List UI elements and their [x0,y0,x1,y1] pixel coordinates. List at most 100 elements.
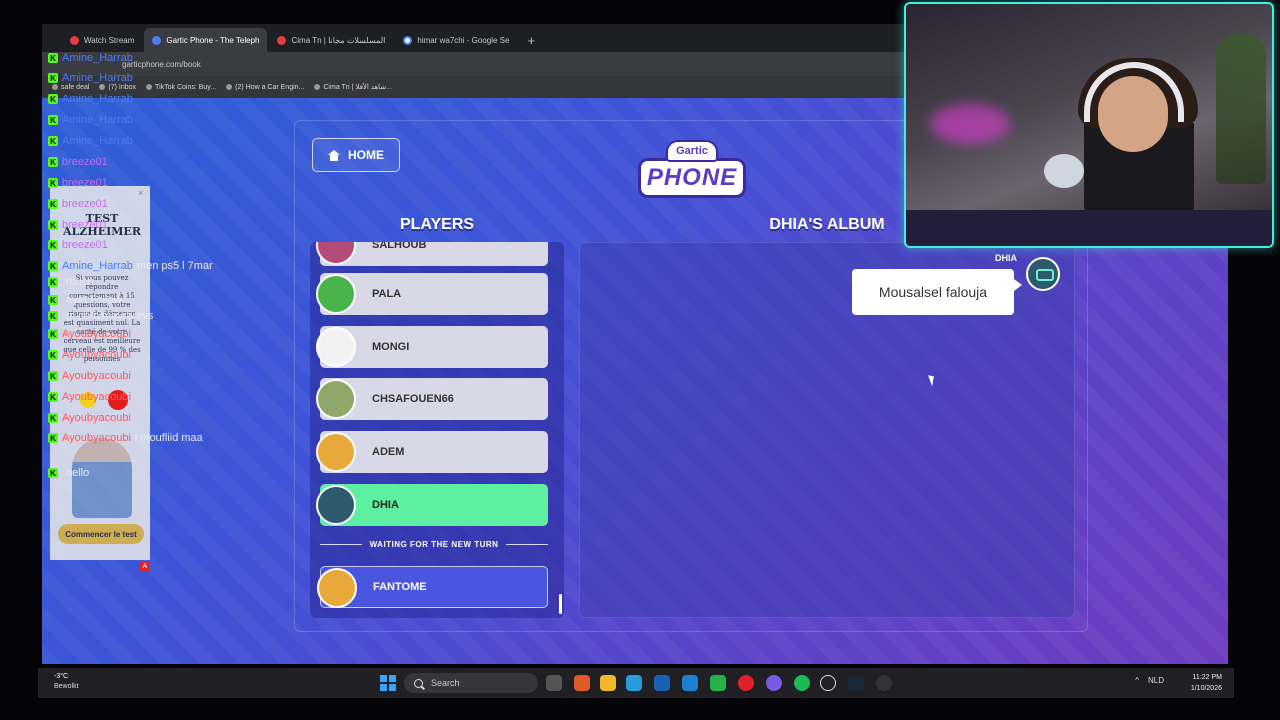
edge-icon[interactable] [626,675,642,691]
chat-username[interactable]: Amine_Harrab [62,52,133,64]
player-name: SALHOUB [372,242,427,251]
divider-line [506,543,549,546]
app-icon[interactable] [876,675,892,691]
opera-icon[interactable] [738,675,754,691]
kick-badge-icon: K [48,73,58,83]
bookmark-item[interactable]: Cima Tn | شاهد الأفلا... [314,83,392,91]
chat-line: Kbreeze01 [48,239,112,251]
kick-badge-icon: K [48,157,58,167]
chat-message: men ps5 l 7mar [136,260,213,272]
chat-line: K Amine_Harrab [48,114,137,126]
tab-label: himar wa7chi - Google Se [417,35,510,45]
kick-badge-icon: K [48,53,58,63]
players-title: PLAYERS [399,216,475,233]
system-tray[interactable]: ^ NLD [1135,676,1164,685]
album-author-avatar [1026,257,1060,291]
tab-google-search[interactable]: himar wa7chi - Google Se [395,28,517,52]
home-button[interactable]: HOME [312,138,400,172]
steam-icon[interactable] [848,675,864,691]
player-row[interactable]: CHSAFOUEN66 [316,378,548,420]
home-icon [328,149,340,161]
discord-icon[interactable] [766,675,782,691]
chat-username[interactable]: Ayoubyacoubi [62,432,131,444]
microphone-icon [1044,154,1084,188]
search-icon [414,678,423,688]
chat-line: Khello [48,467,89,479]
album-message-bubble: Mousalsel falouja [852,269,1022,315]
tab-cima-tn[interactable]: Cima Tn | المسلسلات مجانا [269,28,393,52]
chat-username[interactable]: Ayoubyacoubi [62,328,131,340]
taskbar-search[interactable]: Search [404,673,538,693]
chat-message: l moufliid maa [134,432,203,444]
spotify-icon[interactable] [794,675,810,691]
copilot-icon[interactable] [574,675,590,691]
chat-username[interactable]: Amine_Harrab [62,93,133,105]
ad-start-test-button[interactable]: Commencer le test [58,524,144,544]
player-row-waiting[interactable]: FANTOME [317,566,548,608]
chat-line: K Ayoubyacoubi [48,391,135,403]
ad-choices-icon[interactable]: A [140,561,150,571]
chat-username[interactable]: Amine_Harrab [62,135,133,147]
player-row[interactable]: ADEM [316,431,548,473]
outlook-icon[interactable] [682,675,698,691]
chat-username[interactable]: Ayoubyacoubi [62,391,131,403]
bookmark-icon [314,84,321,90]
chat-line: Kbreeze01 [48,219,112,231]
kick-badge-icon: K [48,311,58,321]
chat-username[interactable]: breeze01 [62,239,108,251]
chat-username[interactable]: Ayoubyacoubi [62,412,131,424]
chat-line: K Ayoubyacoubi [48,328,135,340]
chat-username[interactable]: Amine_Harrab [62,72,133,84]
chevron-up-icon[interactable]: ^ [1135,676,1139,685]
chat-username[interactable]: breeze01 [62,156,108,168]
player-row[interactable]: SALHOUB [316,242,548,266]
windows-start-icon[interactable] [380,675,396,691]
player-name: PALA [372,288,402,300]
chat-username[interactable]: Ayoubyacoubi [62,349,131,361]
chat-message: hello [66,467,90,479]
weather-widget[interactable]: -3°C Bewolkt [54,672,79,692]
whatsapp-icon[interactable] [710,675,726,691]
chat-username[interactable]: breeze01 [62,177,108,189]
player-name: CHSAFOUEN66 [372,393,454,405]
players-scrollbar[interactable] [559,594,562,614]
kick-badge-icon: K [48,240,58,250]
store-icon[interactable] [654,675,670,691]
task-view-icon[interactable] [546,675,562,691]
chat-line: Km.com/mayrarevs [48,310,153,322]
player-name: MONGI [372,341,410,353]
chat-line: K Ayoubyacoubi l moufliid maa [48,432,203,444]
chat-username[interactable]: Ayoubyacoubi [62,370,131,382]
player-avatar [316,274,356,314]
chat-username[interactable]: Amine_Harrab [62,114,133,126]
kick-badge-icon: K [48,199,58,209]
obs-icon[interactable] [820,675,836,691]
player-avatar [317,568,357,608]
player-row[interactable]: MONGI [316,326,548,368]
chat-username[interactable]: breeze01 [62,198,108,210]
chat-line: K Amine_Harrab [48,93,137,105]
chat-username[interactable]: breeze01 [62,219,108,231]
logo-main-text: PHONE [638,158,746,198]
kick-badge-icon: K [48,433,58,443]
new-tab-button[interactable]: + [519,28,543,52]
kick-badge-icon: K [48,277,58,287]
player-avatar [316,432,356,472]
chat-line: Krouch [48,276,94,288]
chat-line: Kbreeze01 [48,198,112,210]
language-indicator[interactable]: NLD [1148,676,1164,685]
players-list[interactable]: SALHOUB PALA MONGI CHSAFOUEN66 ADEM DHIA… [310,242,564,618]
kick-badge-icon: K [48,220,58,230]
kick-badge-icon: K [48,413,58,423]
clock[interactable]: 11:22 PM 1/10/2026 [1191,672,1222,694]
search-placeholder: Search [431,678,460,688]
player-name: DHIA [372,499,399,511]
chat-username[interactable]: Amine_Harrab [62,260,133,272]
home-label: HOME [348,148,384,162]
player-row[interactable]: PALA [316,273,548,315]
player-row-active[interactable]: DHIA [316,484,548,526]
album-message: Mousalsel falouja [878,284,988,300]
chat-line: K Ayoubyacoubi [48,349,135,361]
player-avatar [316,242,356,265]
file-explorer-icon[interactable] [600,675,616,691]
